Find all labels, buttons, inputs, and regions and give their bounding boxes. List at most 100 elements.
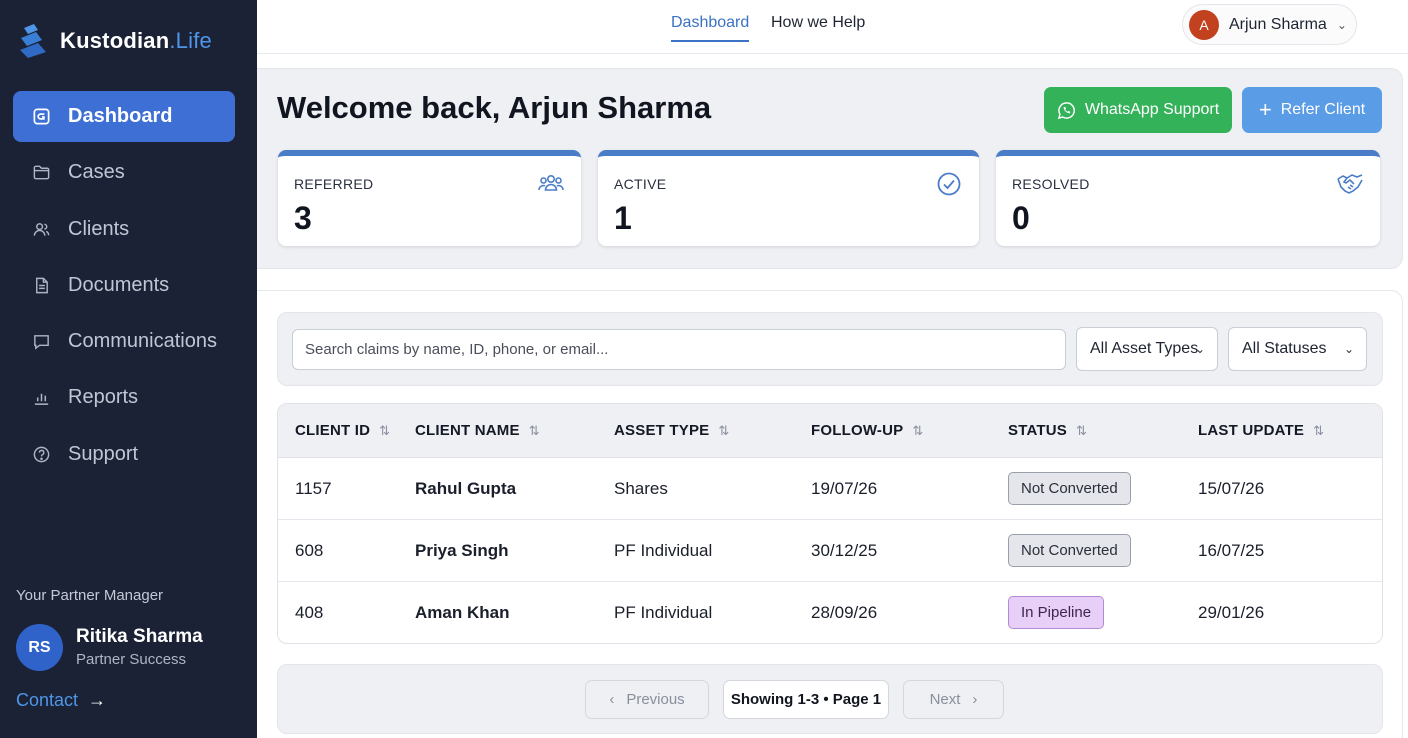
cell-asset-type: PF Individual [614, 541, 713, 560]
sidebar-item-communications[interactable]: Communications [13, 316, 235, 367]
sort-icon: ⇅ [718, 422, 730, 438]
column-label: STATUS [1008, 422, 1067, 439]
partner-manager-avatar: RS [16, 624, 63, 671]
cell-last-update: 29/01/26 [1198, 603, 1265, 622]
asset-type-select[interactable]: All Asset Types ⌄ [1076, 327, 1218, 371]
status-select[interactable]: All Statuses ⌄ [1228, 327, 1367, 371]
folder-icon [31, 163, 51, 183]
sidebar-item-reports[interactable]: Reports [13, 372, 235, 423]
stat-label: REFERRED [294, 176, 374, 192]
whatsapp-support-label: WhatsApp Support [1084, 101, 1220, 118]
cell-last-update: 15/07/26 [1198, 479, 1265, 498]
stat-card-active: ACTIVE 1 [598, 150, 979, 246]
handshake-icon [1337, 174, 1363, 194]
cell-asset-type: PF Individual [614, 603, 713, 622]
column-header-status[interactable]: STATUS ⇅ [1008, 422, 1087, 439]
whatsapp-support-button[interactable]: WhatsApp Support [1044, 87, 1232, 133]
contact-link[interactable]: Contact → [16, 690, 106, 711]
sort-icon: ⇅ [1313, 422, 1325, 438]
column-header-client-name[interactable]: CLIENT NAME ⇅ [415, 422, 540, 439]
user-avatar: A [1189, 9, 1219, 40]
sort-icon: ⇅ [912, 422, 924, 438]
topnav-dashboard[interactable]: Dashboard [671, 14, 750, 42]
status-value: All Statuses [1242, 340, 1327, 357]
stat-card-resolved: RESOLVED 0 [996, 150, 1380, 246]
column-header-asset-type[interactable]: ASSET TYPE ⇅ [614, 422, 729, 439]
cell-client-id: 608 [295, 541, 324, 560]
sort-icon: ⇅ [528, 422, 540, 438]
sidebar-nav: Dashboard Cases Clients Documents Commun… [13, 91, 235, 485]
sidebar-item-clients[interactable]: Clients [13, 204, 235, 255]
column-label: FOLLOW-UP [811, 422, 904, 439]
sidebar-item-label: Cases [68, 161, 125, 184]
cell-client-name: Aman Khan [415, 603, 510, 622]
sort-icon: ⇅ [379, 422, 391, 438]
chevron-down-icon: ⌄ [1194, 342, 1205, 356]
user-menu[interactable]: A Arjun Sharma ⌄ [1182, 4, 1357, 45]
users-icon [31, 219, 51, 239]
refer-client-button[interactable]: + Refer Client [1242, 87, 1382, 133]
page-title: Welcome back, Arjun Sharma [277, 90, 712, 125]
column-header-follow-up[interactable]: FOLLOW-UP ⇅ [811, 422, 923, 439]
chevron-left-icon: ‹ [609, 691, 615, 708]
check-circle-icon [937, 172, 961, 196]
column-label: CLIENT NAME [415, 422, 520, 439]
previous-label: Previous [626, 691, 685, 708]
search-input[interactable] [292, 329, 1066, 370]
chevron-down-icon: ⌄ [1336, 17, 1347, 32]
stat-label: RESOLVED [1012, 176, 1090, 192]
stat-value: 1 [614, 200, 632, 236]
column-label: ASSET TYPE [614, 422, 710, 439]
sidebar-item-label: Clients [68, 217, 130, 240]
sidebar-item-documents[interactable]: Documents [13, 260, 235, 311]
previous-page-button[interactable]: ‹ Previous [585, 680, 709, 719]
claims-table: CLIENT ID ⇅ CLIENT NAME ⇅ ASSET TYPE ⇅ FOLL… [277, 403, 1383, 644]
plus-icon: + [1258, 97, 1272, 122]
asset-type-value: All Asset Types [1090, 340, 1199, 357]
brand-suffix: .Life [169, 28, 212, 53]
cell-asset-type: Shares [614, 479, 668, 498]
sidebar-item-support[interactable]: Support [13, 429, 235, 480]
topnav-how-we-help[interactable]: How we Help [771, 14, 865, 32]
sidebar-item-label: Documents [68, 273, 170, 296]
partner-manager-label: Your Partner Manager [16, 587, 164, 604]
status-badge: Not Converted [1008, 472, 1131, 505]
sidebar-item-dashboard[interactable]: Dashboard [13, 91, 235, 142]
top-bar: Dashboard How we Help A Arjun Sharma ⌄ [257, 0, 1408, 54]
table-header: CLIENT ID ⇅ CLIENT NAME ⇅ ASSET TYPE ⇅ FOLL… [278, 404, 1382, 458]
help-icon [31, 444, 51, 464]
column-header-client-id[interactable]: CLIENT ID ⇅ [295, 422, 390, 439]
cell-client-id: 408 [295, 603, 324, 622]
table-row[interactable]: 608 Priya Singh PF Individual 30/12/25 N… [278, 520, 1382, 582]
column-header-last-update[interactable]: LAST UPDATE ⇅ [1198, 422, 1324, 439]
stat-value: 0 [1012, 200, 1030, 236]
stat-value: 3 [294, 200, 312, 236]
sidebar-item-label: Communications [68, 330, 217, 353]
chevron-right-icon: › [972, 691, 978, 708]
cell-follow-up: 30/12/25 [811, 541, 878, 560]
column-label: CLIENT ID [295, 422, 371, 439]
document-icon [31, 275, 51, 295]
users-group-icon [538, 175, 564, 191]
brand-logo[interactable]: Kustodian.Life [18, 24, 212, 58]
table-row[interactable]: 1157 Rahul Gupta Shares 19/07/26 Not Con… [278, 458, 1382, 520]
sidebar-item-label: Support [68, 442, 139, 465]
sidebar-item-cases[interactable]: Cases [13, 147, 235, 198]
sidebar-item-label: Dashboard [68, 105, 173, 127]
table-row[interactable]: 408 Aman Khan PF Individual 28/09/26 In … [278, 582, 1382, 643]
kustodian-logo-icon [20, 24, 46, 58]
user-name: Arjun Sharma [1229, 15, 1327, 33]
refer-client-label: Refer Client [1280, 101, 1366, 118]
stat-label: ACTIVE [614, 176, 667, 192]
chevron-down-icon: ⌄ [1343, 342, 1354, 356]
arrow-right-icon: → [88, 690, 107, 710]
bar-chart-icon [31, 388, 51, 408]
next-label: Next [929, 691, 961, 708]
cell-client-name: Rahul Gupta [415, 479, 517, 498]
cell-client-id: 1157 [295, 479, 332, 498]
status-badge: In Pipeline [1008, 596, 1105, 629]
next-page-button[interactable]: Next › [903, 680, 1004, 719]
whatsapp-icon [1057, 101, 1075, 119]
status-badge: Not Converted [1008, 534, 1131, 567]
chat-icon [31, 332, 51, 352]
